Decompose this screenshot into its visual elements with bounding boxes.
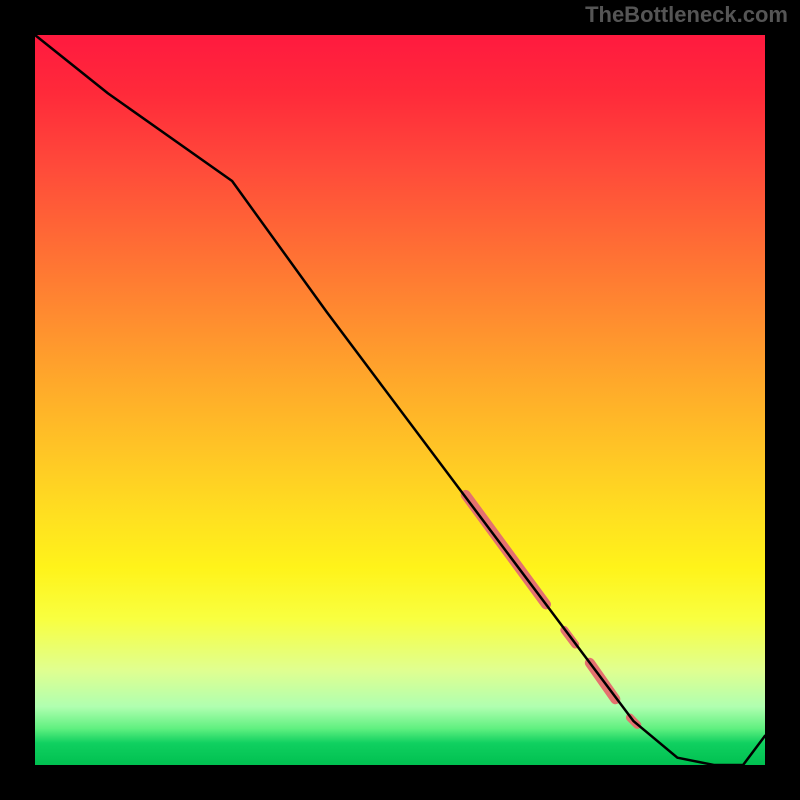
chart-svg [35, 35, 765, 765]
bottleneck-curve [35, 35, 765, 765]
attribution-text: TheBottleneck.com [585, 2, 788, 28]
plot-area [35, 35, 765, 765]
